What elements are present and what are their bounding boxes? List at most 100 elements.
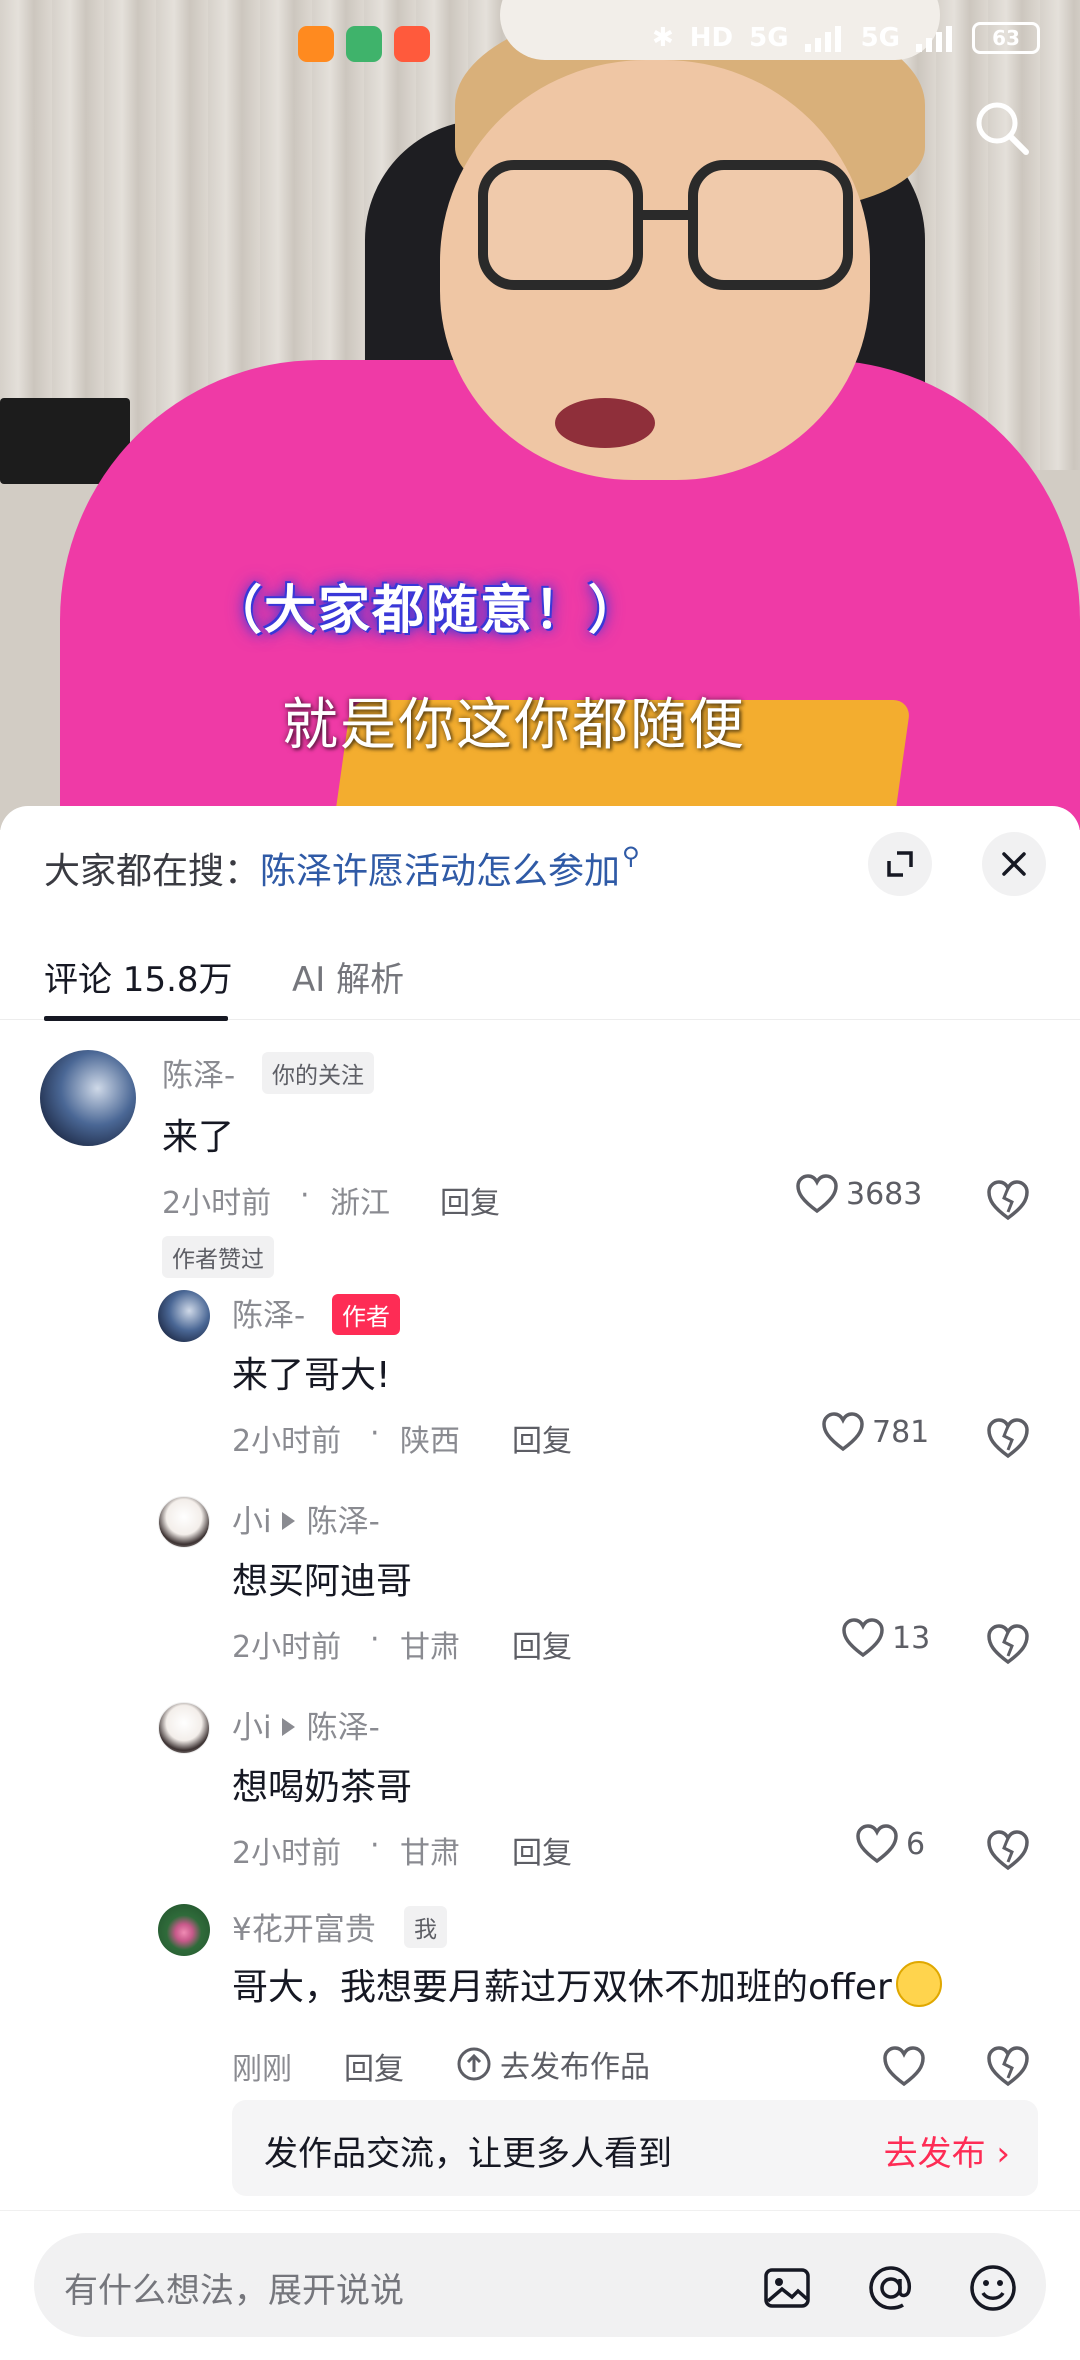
tab-comments[interactable]: 评论 15.8万 [44,952,233,1001]
reply-author: 小i [232,1710,272,1746]
avatar[interactable] [158,1496,210,1548]
reply-button[interactable]: 回复 [512,1828,572,1872]
follow-badge: 你的关注 [262,1052,374,1094]
like-button[interactable]: 3683 [796,1174,922,1214]
emoji-icon[interactable] [966,2261,1020,2315]
publish-promo-banner[interactable]: 发作品交流，让更多人看到 去发布 › [232,2100,1038,2196]
close-button[interactable] [982,832,1046,896]
me-badge: 我 [404,1906,447,1948]
subtitle-caption-1: （大家都随意！） [210,581,643,641]
comment-text: 哥大，我想要月薪过万双休不加班的offer [232,1958,942,2010]
meta-separator: · [370,1622,380,1657]
avatar[interactable] [158,1702,210,1754]
app-notification-icon [346,26,382,62]
search-icon: ⚲ [622,842,640,870]
reply-button[interactable]: 回复 [512,1416,572,1460]
dislike-icon[interactable] [986,1828,1030,1872]
heart-icon [842,1618,884,1658]
like-count: 781 [872,1414,930,1450]
tab-indicator [44,1016,228,1021]
tab-ai-analysis[interactable]: AI 解析 [292,952,404,1001]
comment-text: 来了哥大! [232,1355,391,1396]
reply-button[interactable]: 回复 [344,2044,404,2088]
comment-input[interactable]: 有什么想法，展开说说 [34,2233,1046,2337]
glasses [478,160,858,300]
heart-icon[interactable] [882,2044,926,2088]
network-label: 5G [860,23,900,53]
promo-cta-label: 去发布 [883,2134,986,2174]
like-button[interactable]: 6 [856,1824,925,1864]
comment-username[interactable]: ¥花开富贵 [232,1904,376,1949]
emoji-icon [895,1961,942,2007]
chevron-right-icon: › [996,2134,1010,2174]
promo-publish-button[interactable]: 去发布 › [884,2126,1010,2175]
dislike-icon[interactable] [986,1416,1030,1460]
comment-time: 2小时前 [232,1424,342,1459]
suggestion-label: 大家都在搜： [44,851,261,892]
reply-arrow-icon [281,1718,295,1736]
comment-location: 浙江 [330,1186,390,1221]
comment-username[interactable]: 小i 陈泽- [232,1496,380,1541]
comment-input-bar: 有什么想法，展开说说 [0,2210,1080,2360]
mention-icon[interactable] [864,2261,918,2315]
status-indicators: ✱ HD 5G 5G 63 [652,22,1040,54]
subtitle-caption-2: 就是你这你都随便 [282,693,746,758]
like-button[interactable]: 781 [822,1412,929,1452]
heart-icon [796,1174,838,1214]
close-icon [1002,852,1026,876]
reply-button[interactable]: 回复 [440,1178,500,1222]
search-icon[interactable] [970,96,1034,160]
image-icon[interactable] [760,2261,814,2315]
comment-input-placeholder: 有什么想法，展开说说 [64,2271,404,2311]
network-label: 5G [749,23,789,53]
heart-icon [856,1824,898,1864]
like-button[interactable]: 13 [842,1618,930,1658]
person-mouth [555,398,655,448]
comment-panel: 大家都在搜：陈泽许愿活动怎么参加⚲ 评论 15.8万 AI 解析 陈泽- 你的关… [0,806,1080,2360]
avatar[interactable] [40,1050,136,1146]
like-count: 6 [906,1826,926,1862]
reply-target: 陈泽- [306,1710,380,1746]
comment-time: 刚刚 [232,2052,292,2087]
comment-text: 来了 [162,1117,235,1158]
avatar[interactable] [158,1904,210,1956]
signal-icon [916,26,952,52]
video-player[interactable]: （大家都随意！） 就是你这你都随便 ✱ HD 5G 5G 63 [0,0,1080,830]
comment-location: 陕西 [400,1424,460,1459]
bluetooth-icon: ✱ [651,23,674,53]
like-count: 3683 [846,1176,923,1212]
dislike-icon[interactable] [986,1622,1030,1666]
reply-author: 小i [232,1504,272,1540]
comment-text: 想喝奶茶哥 [232,1767,413,1808]
comment-username[interactable]: 陈泽- [232,1290,305,1335]
meta-separator: · [300,1178,310,1213]
comment-time: 2小时前 [232,1836,342,1871]
hd-label: HD [689,23,734,53]
author-badge: 作者 [332,1294,400,1335]
comment-username[interactable]: 陈泽- [162,1050,235,1095]
comment-tabs: 评论 15.8万 AI 解析 [0,926,1080,1021]
upload-icon [457,2047,491,2081]
reply-button[interactable]: 回复 [512,1622,572,1666]
dislike-icon[interactable] [986,1178,1030,1222]
expand-button[interactable] [868,832,932,896]
meta-separator: · [370,1828,380,1863]
avatar[interactable] [158,1290,210,1342]
dislike-icon[interactable] [986,2044,1030,2088]
heart-icon [822,1412,864,1452]
signal-icon [804,26,841,52]
battery-icon: 63 [972,22,1040,54]
promo-text: 发作品交流，让更多人看到 [264,2134,672,2174]
suggestion-query[interactable]: 陈泽许愿活动怎么参加 [260,851,620,892]
reply-arrow-icon [281,1512,295,1530]
comment-text: 想买阿迪哥 [232,1561,413,1602]
publish-work-label: 去发布作品 [500,2050,650,2085]
search-suggestion[interactable]: 大家都在搜：陈泽许愿活动怎么参加⚲ [44,842,640,894]
comment-text-body: 哥大，我想要月薪过万双休不加班的offer [232,1967,892,2008]
app-notification-icon [298,26,334,62]
expand-icon [887,851,913,877]
meta-separator: · [370,1416,380,1451]
comment-username[interactable]: 小i 陈泽- [232,1702,380,1747]
publish-work-link[interactable]: 去发布作品 [456,2042,650,2086]
reply-target: 陈泽- [306,1504,380,1540]
